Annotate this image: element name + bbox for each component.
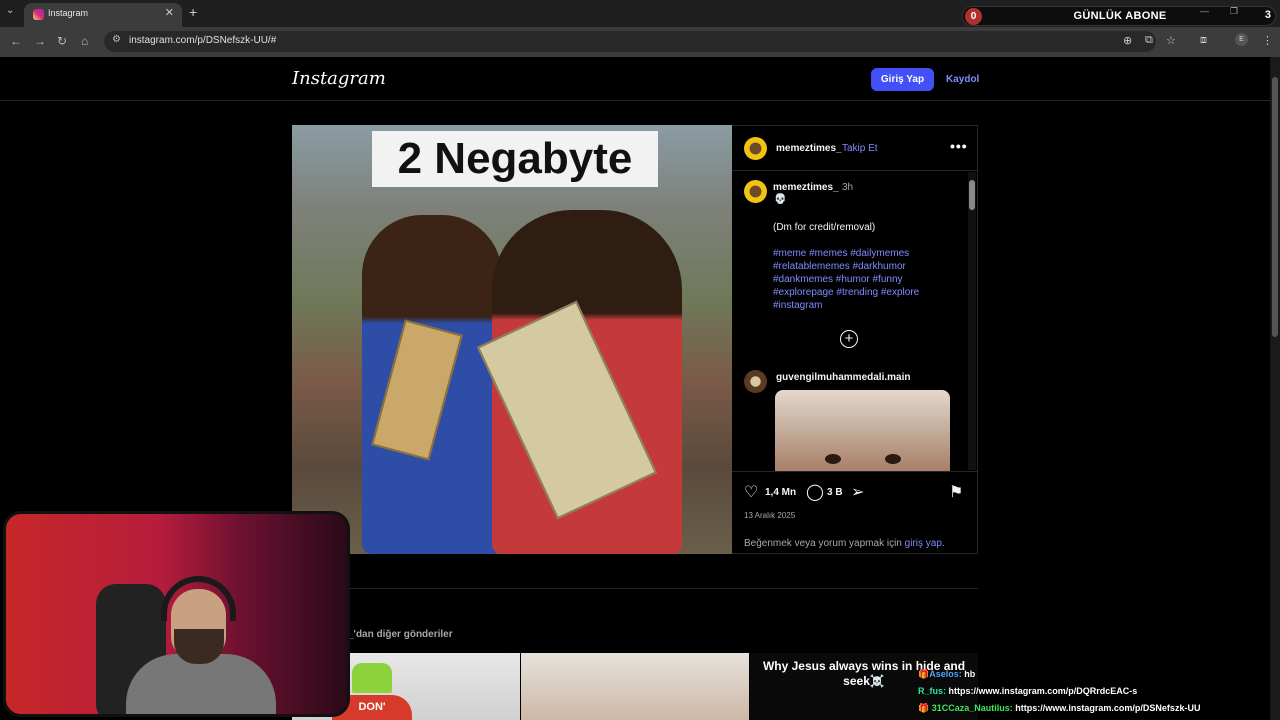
more-options-icon[interactable]: ••• — [950, 138, 968, 154]
site-info-icon[interactable]: ⚙ — [112, 34, 121, 45]
subscriber-overlay: GÜNLÜK ABONE 0 3 — [962, 6, 1276, 26]
more-posts-heading: _'dan diğer gönderiler — [348, 629, 453, 640]
home-icon[interactable]: ⌂ — [81, 34, 88, 48]
green-hat-shape — [352, 663, 392, 693]
page-scrollbar[interactable] — [1270, 57, 1280, 720]
ig-header: Instagram Giriş Yap Kaydol — [0, 57, 1270, 101]
browser-toolbar: ← → ↻ ⌂ ⚙ instagram.com/p/DSNefszk-UU/# … — [0, 27, 1280, 57]
section-divider — [292, 588, 978, 589]
comment-image[interactable] — [775, 390, 950, 472]
forward-icon[interactable]: → — [34, 34, 46, 48]
minimize-icon[interactable]: — — [1200, 6, 1209, 16]
new-tab-icon[interactable]: + — [189, 4, 197, 20]
post-time: 3h — [842, 182, 854, 193]
reload-icon[interactable]: ↻ — [57, 34, 67, 48]
login-prompt-end: . — [941, 538, 945, 549]
extensions-icon[interactable]: ⧈ — [1200, 34, 1207, 47]
load-more-comments-icon[interactable]: + — [840, 330, 858, 348]
browser-tab-bar: ⌄ Instagram ✕ + GÜNLÜK ABONE 0 3 — ❐ — [0, 0, 1280, 27]
signup-link[interactable]: Kaydol — [946, 74, 979, 85]
comment-bubble-icon[interactable]: ◯ — [806, 482, 824, 502]
post-sidebar: memeztimes_ Takip Et ••• memeztimes_ 3h … — [732, 125, 978, 554]
url-text[interactable]: instagram.com/p/DSNefszk-UU/# — [129, 35, 276, 46]
login-prompt: Beğenmek veya yorum yapmak için giriş ya… — [744, 538, 945, 549]
chat-message: 🎁 31CCaza_Nautilus: https://www.instagra… — [918, 703, 1200, 714]
like-heart-icon[interactable]: ♡ — [744, 482, 758, 502]
share-send-icon[interactable]: ➢ — [851, 482, 864, 502]
follow-link[interactable]: Takip Et — [842, 143, 878, 154]
caption-username[interactable]: memeztimes_ — [773, 182, 839, 193]
hashtags[interactable]: #meme #memes #dailymemes #relatablememes… — [773, 247, 943, 312]
commenter-avatar[interactable] — [744, 370, 767, 393]
bookmark-star-icon[interactable]: ☆ — [1166, 34, 1176, 47]
address-bar[interactable]: ⚙ instagram.com/p/DSNefszk-UU/# — [104, 31, 1156, 52]
profile-avatar[interactable]: E — [1235, 33, 1248, 46]
author-avatar[interactable] — [744, 137, 767, 160]
caption-text: (Dm for credit/removal) — [773, 222, 876, 233]
comments-scroll-thumb[interactable] — [969, 180, 975, 210]
close-tab-icon[interactable]: ✕ — [165, 6, 174, 19]
zoom-icon[interactable]: ⊕ — [1123, 34, 1132, 47]
commenter-username[interactable]: guvengilmuhammedali.main — [776, 372, 910, 383]
post-image[interactable]: 2 Negabyte — [292, 125, 732, 554]
headset-shape — [161, 576, 236, 621]
chat-username: 🎁 31CCaza_Nautilus: — [918, 703, 1013, 713]
caption-avatar[interactable] — [744, 180, 767, 203]
author-username[interactable]: memeztimes_ — [776, 143, 842, 154]
chat-message: R_fus: https://www.instagram.com/p/DQRrd… — [918, 686, 1137, 696]
login-button[interactable]: Giriş Yap — [871, 68, 934, 91]
page-scroll-thumb[interactable] — [1272, 77, 1278, 337]
menu-icon[interactable]: ⋮ — [1262, 34, 1273, 47]
more-post-thumbnail[interactable] — [521, 653, 749, 720]
instagram-favicon-icon — [33, 9, 44, 20]
save-bookmark-icon[interactable]: ⚑ — [949, 482, 963, 502]
tab-title: Instagram — [48, 8, 89, 18]
restore-icon[interactable]: ❐ — [1230, 6, 1238, 17]
chat-text: https://www.instagram.com/p/DSNefszk-UU — [1015, 703, 1201, 713]
streamer-webcam — [3, 511, 350, 717]
back-icon[interactable]: ← — [10, 34, 22, 48]
comments-count: 3 B — [827, 487, 843, 498]
meme-caption: 2 Negabyte — [372, 131, 658, 187]
subscriber-left-count: 0 — [965, 8, 982, 25]
comments-scrollbar[interactable] — [968, 172, 976, 470]
skull-emoji: 💀 — [774, 194, 787, 205]
tab-search-icon[interactable]: ⌄ — [6, 5, 14, 16]
chat-text: https://www.instagram.com/p/DQRrdcEAC-s — [948, 686, 1138, 696]
login-prompt-text: Beğenmek veya yorum yapmak için — [744, 538, 902, 549]
chat-username: R_fus: — [918, 686, 947, 696]
browser-tab[interactable]: Instagram ✕ — [24, 3, 182, 27]
chat-message: 🎁Aselos: hb — [918, 669, 975, 680]
post-header: memeztimes_ Takip Et ••• — [732, 126, 977, 171]
login-prompt-link[interactable]: giriş yap — [905, 538, 942, 549]
instagram-logo[interactable]: Instagram — [292, 68, 386, 89]
chat-text: hb — [964, 669, 976, 679]
eye-shape — [825, 454, 841, 464]
post-actions: ♡ 1,4 Mn ◯ 3 B ➢ ⚑ 13 Aralık 2025 Beğenm… — [732, 471, 977, 555]
post-date: 13 Aralık 2025 — [744, 511, 796, 520]
chat-username: 🎁Aselos: — [918, 669, 962, 679]
eye-shape — [885, 454, 901, 464]
install-icon[interactable]: ⧉ — [1145, 34, 1153, 47]
subscriber-right-count: 3 — [1264, 9, 1271, 21]
likes-count: 1,4 Mn — [765, 487, 797, 498]
